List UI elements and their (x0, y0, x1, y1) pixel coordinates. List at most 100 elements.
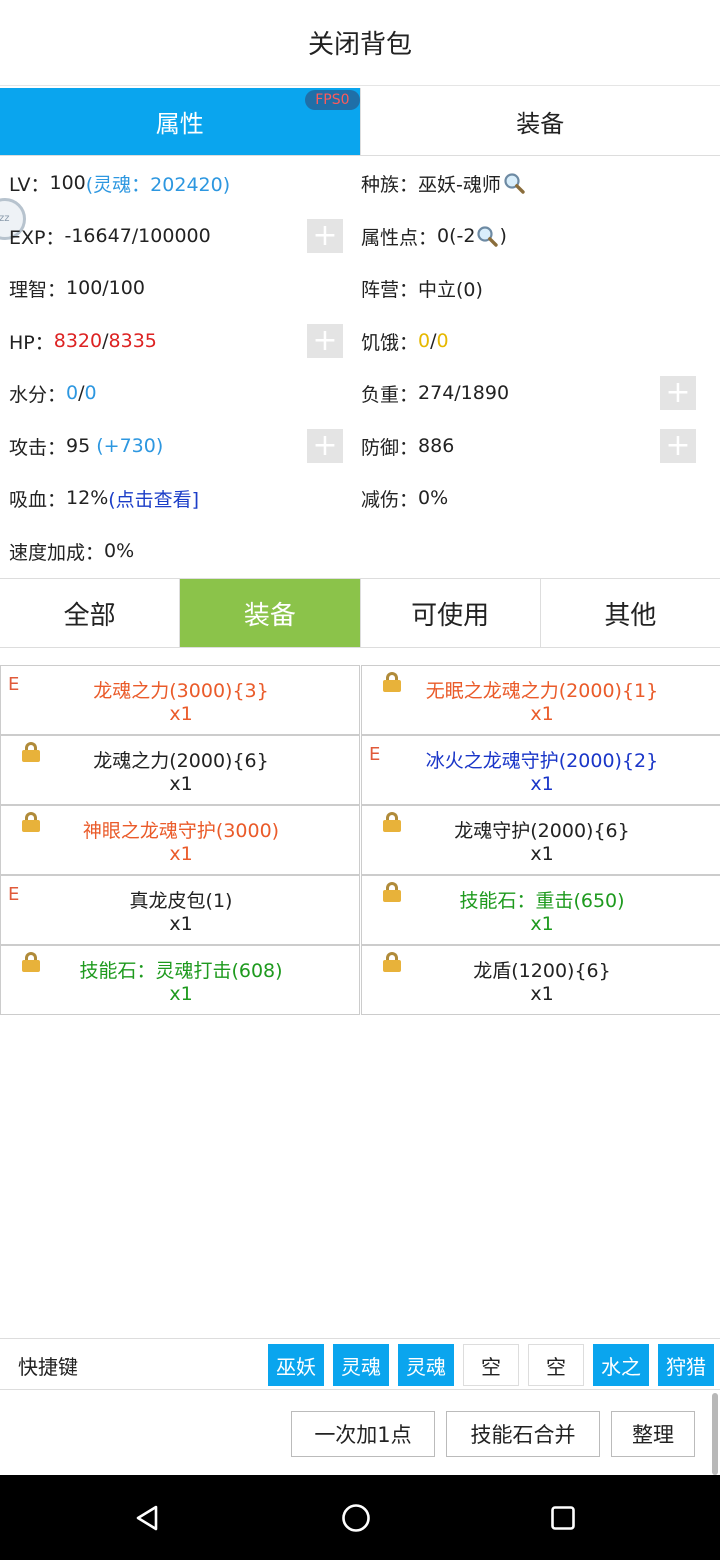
hp-plus-button[interactable]: + (307, 324, 343, 358)
attack-plus-button[interactable]: + (307, 429, 343, 463)
speed-label: 速度加成： (9, 541, 105, 564)
faction-label: 阵营： (361, 278, 419, 301)
tab-all[interactable]: 全部 (0, 579, 179, 647)
hp-current: 8320 (53, 330, 103, 352)
attack-stat: 攻击： 95 (+730) (9, 420, 163, 472)
exp-stat: EXP： -16647/100000 (9, 210, 211, 262)
sort-button[interactable]: 整理 (611, 1411, 695, 1457)
item-slot[interactable]: E 真龙皮包(1) x1 (0, 875, 360, 945)
magnifier-icon[interactable] (475, 224, 499, 248)
hunger-stat: 饥饿： 0 / 0 (361, 315, 449, 367)
tab-usable-label: 可使用 (411, 600, 490, 631)
shortcut-label: 快捷键 (18, 1354, 78, 1379)
item-slot[interactable]: 神眼之龙魂守护(3000) x1 (0, 805, 360, 875)
item-slot[interactable]: E 冰火之龙魂守护(2000){2} x1 (361, 735, 720, 805)
magnifier-icon[interactable] (502, 171, 526, 195)
tab-equip[interactable]: 装备 (179, 579, 360, 647)
load-stat: 负重： 274/1890 (361, 367, 509, 419)
item-quantity: x1 (530, 913, 554, 935)
faction-value: 中立(0) (418, 278, 483, 301)
item-name: 无眠之龙魂之力(2000){1} (425, 680, 659, 702)
item-quantity: x1 (169, 773, 193, 795)
load-label: 负重： (361, 383, 419, 406)
nav-recent-button[interactable] (523, 1475, 603, 1560)
tab-other[interactable]: 其他 (539, 579, 720, 647)
shortcut-bar: 快捷键 巫妖 灵魂 灵魂空空水之 狩猎 (0, 1338, 720, 1390)
damage-reduce-label: 减伤： (361, 488, 419, 511)
main-tabs: 属性 FPS0 装备 (0, 88, 720, 156)
hp-stat: HP： 8320 / 8335 (9, 315, 157, 367)
speed-value: 0% (104, 540, 135, 562)
item-slot[interactable]: 龙盾(1200){6} x1 (361, 945, 720, 1015)
nav-home-button[interactable] (316, 1475, 396, 1560)
defense-stat: 防御： 886 (361, 420, 454, 472)
attr-row-exp: EXP： -16647/100000 + 属性点： 0(-2 ) (0, 210, 720, 262)
exp-label: EXP： (9, 226, 65, 249)
item-quantity: x1 (169, 983, 193, 1005)
item-slot[interactable]: 技能石：灵魂打击(608) x1 (0, 945, 360, 1015)
item-name: 龙魂之力(3000){3} (93, 680, 269, 702)
category-tabs: 全部 装备 可使用 其他 (0, 578, 720, 648)
exp-plus-button[interactable]: + (307, 219, 343, 253)
nav-back-button[interactable] (108, 1475, 188, 1560)
defense-plus-button[interactable]: + (660, 429, 696, 463)
level-value: 100 (49, 172, 86, 194)
item-name: 神眼之龙魂守护(3000) (82, 820, 280, 842)
faction-stat: 阵营： 中立(0) (361, 262, 483, 314)
item-slot[interactable]: E 龙魂之力(3000){3} x1 (0, 665, 360, 735)
load-value: 274/1890 (418, 382, 510, 404)
lifesteal-value: 12% (66, 487, 109, 509)
item-slot[interactable]: 龙魂之力(2000){6} x1 (0, 735, 360, 805)
item-quantity: x1 (530, 983, 554, 1005)
system-nav-bar (0, 1475, 720, 1560)
water-current: 0 (66, 382, 79, 404)
tab-usable[interactable]: 可使用 (359, 579, 540, 647)
defense-value: 886 (418, 435, 455, 457)
sanity-label: 理智： (9, 278, 67, 301)
item-name: 技能石：灵魂打击(608) (79, 960, 283, 982)
shortcut-slot[interactable]: 空 (528, 1344, 584, 1386)
hunger-current: 0 (418, 330, 431, 352)
race-stat: 种族： 巫妖-魂师 (361, 157, 526, 209)
hp-max: 8335 (108, 330, 157, 352)
sanity-value: 100/100 (66, 277, 145, 299)
lifesteal-view-link[interactable]: (点击查看] (108, 485, 199, 512)
tab-attributes[interactable]: 属性 FPS0 (0, 88, 360, 155)
attack-label: 攻击： (9, 436, 67, 459)
damage-reduce-value: 0% (418, 487, 449, 509)
page-title: 关闭背包 (307, 30, 412, 60)
item-quantity: x1 (530, 843, 554, 865)
triangle-back-icon (136, 1505, 158, 1530)
add-one-point-button[interactable]: 一次加1点 (291, 1411, 435, 1457)
hp-label: HP： (9, 331, 54, 354)
exp-value: -16647/100000 (64, 225, 211, 247)
attr-points-stat: 属性点： 0(-2 ) (361, 210, 507, 262)
tab-equipment[interactable]: 装备 (359, 88, 720, 155)
close-bag-title[interactable]: 关闭背包 (0, 0, 720, 86)
shortcut-slot[interactable]: 水之 (593, 1344, 649, 1386)
load-plus-button[interactable]: + (660, 376, 696, 410)
item-name: 龙魂之力(2000){6} (93, 750, 269, 772)
scrollbar[interactable] (712, 1393, 718, 1475)
attr-row-attack: 攻击： 95 (+730) + 防御： 886 + (0, 420, 720, 472)
attr-points-value: 0(-2 (437, 225, 476, 247)
shortcut-slot[interactable]: 空 (463, 1344, 519, 1386)
attr-row-lifesteal: 吸血： 12% (点击查看] 减伤： 0% (0, 472, 720, 524)
item-slot[interactable]: 技能石：重击(650) x1 (361, 875, 720, 945)
hunger-max: 0 (436, 330, 449, 352)
item-quantity: x1 (169, 913, 193, 935)
shortcut-slot[interactable]: 巫妖 (268, 1344, 324, 1386)
item-slot[interactable]: 龙魂守护(2000){6} x1 (361, 805, 720, 875)
tab-all-label: 全部 (63, 600, 116, 631)
shortcut-slot[interactable]: 狩猎 (658, 1344, 714, 1386)
water-label: 水分： (9, 383, 67, 406)
shortcut-slot[interactable]: 灵魂 (333, 1344, 389, 1386)
item-slot[interactable]: 无眠之龙魂之力(2000){1} x1 (361, 665, 720, 735)
attr-points-label: 属性点： (361, 226, 438, 249)
hunger-label: 饥饿： (361, 331, 419, 354)
tab-equipment-label: 装备 (516, 110, 565, 138)
fps-badge: FPS0 (305, 90, 360, 110)
merge-skill-stones-button[interactable]: 技能石合并 (446, 1411, 600, 1457)
shortcut-slot[interactable]: 灵魂 (398, 1344, 454, 1386)
item-quantity: x1 (530, 773, 554, 795)
